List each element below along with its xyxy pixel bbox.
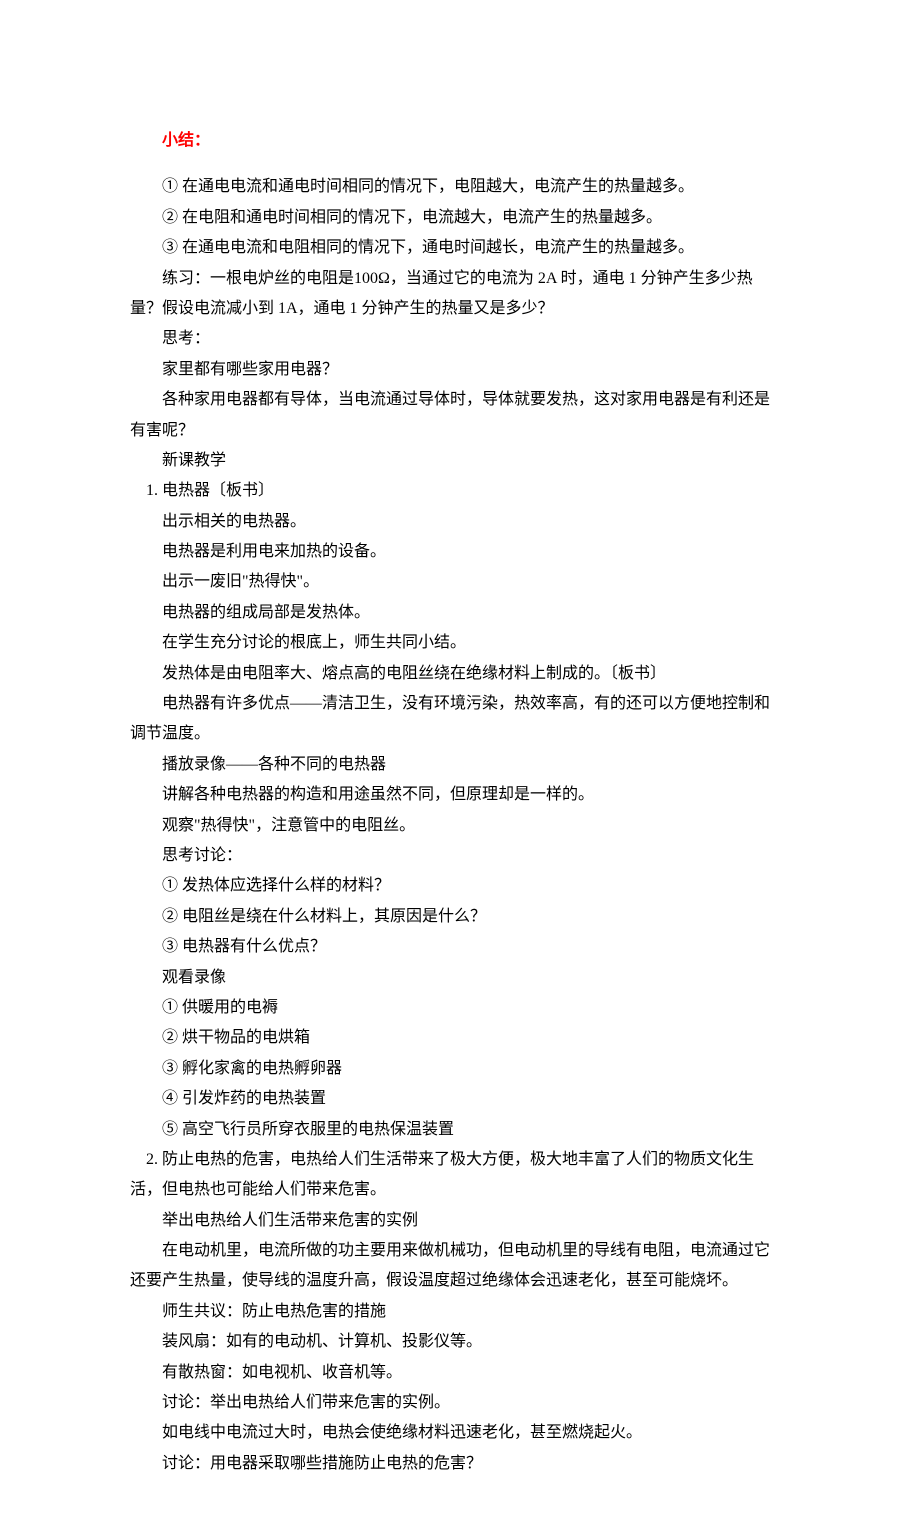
prevent-line-1: 举出电热给人们生活带来危害的实例: [130, 1206, 790, 1236]
discuss-item-1: ① 发热体应选择什么样的材料？: [130, 871, 790, 901]
summary-item-2: ② 在电阻和通电时间相同的情况下，电流越大，电流产生的热量越多。: [130, 203, 790, 233]
heater-line-1: 出示相关的电热器。: [130, 507, 790, 537]
video-line: 播放录像——各种不同的电热器: [130, 750, 790, 780]
explain-line: 讲解各种电热器的构造和用途虽然不同，但原理却是一样的。: [130, 780, 790, 810]
heater-title: 1. 电热器〔板书〕: [130, 476, 790, 506]
prevent-more-1: 师生共议：防止电热危害的措施: [130, 1297, 790, 1327]
watch-item-1: ① 供暖用的电褥: [130, 993, 790, 1023]
summary-item-3: ③ 在通电电流和电阻相同的情况下，通电时间越长，电流产生的热量越多。: [130, 233, 790, 263]
exercise-line-1: 练习：一根电炉丝的电阻是100Ω，当通过它的电流为 2A 时，通电 1 分钟产生…: [130, 264, 790, 294]
summary-item-1: ① 在通电电流和通电时间相同的情况下，电阻越大，电流产生的热量越多。: [130, 172, 790, 202]
discuss-item-3: ③ 电热器有什么优点？: [130, 932, 790, 962]
prevent-more-2: 装风扇：如有的电动机、计算机、投影仪等。: [130, 1327, 790, 1357]
new-class-label: 新课教学: [130, 446, 790, 476]
think-q2a: 各种家用电器都有导体，当电流通过导体时，导体就要发热，这对家用电器是有利还是: [130, 385, 790, 415]
prevent-more-6: 讨论：用电器采取哪些措施防止电热的危害？: [130, 1449, 790, 1479]
heater-line-6: 发热体是由电阻率大、熔点高的电阻丝绕在绝缘材料上制成的。〔板书〕: [130, 659, 790, 689]
heater-line-5: 在学生充分讨论的根底上，师生共同小结。: [130, 628, 790, 658]
discuss-item-2: ② 电阻丝是绕在什么材料上，其原因是什么？: [130, 902, 790, 932]
heater-line-2: 电热器是利用电来加热的设备。: [130, 537, 790, 567]
watch-item-4: ④ 引发炸药的电热装置: [130, 1084, 790, 1114]
watch-item-5: ⑤ 高空飞行员所穿衣服里的电热保温装置: [130, 1115, 790, 1145]
prevent-more-3: 有散热窗：如电视机、收音机等。: [130, 1358, 790, 1388]
heater-line-4: 电热器的组成局部是发热体。: [130, 598, 790, 628]
prevent-more-4: 讨论：举出电热给人们带来危害的实例。: [130, 1388, 790, 1418]
prevent-title-2: 活，但电热也可能给人们带来危害。: [130, 1175, 790, 1205]
heater-adv-2: 调节温度。: [130, 719, 790, 749]
think-label: 思考：: [130, 324, 790, 354]
summary-title: 小结：: [130, 126, 790, 156]
heater-adv-1: 电热器有许多优点——清洁卫生，没有环境污染，热效率高，有的还可以方便地控制和: [130, 689, 790, 719]
document-page: 小结： ① 在通电电流和通电时间相同的情况下，电阻越大，电流产生的热量越多。 ②…: [0, 0, 920, 1539]
discuss-label: 思考讨论：: [130, 841, 790, 871]
think-q2b: 有害呢？: [130, 416, 790, 446]
prevent-cont: 还要产生热量，使导线的温度升高，假设温度超过绝缘体会迅速老化，甚至可能烧坏。: [130, 1266, 790, 1296]
watch-item-3: ③ 孵化家禽的电热孵卵器: [130, 1054, 790, 1084]
heater-line-3: 出示一废旧"热得快"。: [130, 567, 790, 597]
observe-line: 观察"热得快"，注意管中的电阻丝。: [130, 811, 790, 841]
exercise-line-2: 量？假设电流减小到 1A，通电 1 分钟产生的热量又是多少？: [130, 294, 790, 324]
prevent-line-2: 在电动机里，电流所做的功主要用来做机械功，但电动机里的导线有电阻，电流通过它: [130, 1236, 790, 1266]
think-q1: 家里都有哪些家用电器？: [130, 355, 790, 385]
prevent-more-5: 如电线中电流过大时，电热会使绝缘材料迅速老化，甚至燃烧起火。: [130, 1418, 790, 1448]
watch-item-2: ② 烘干物品的电烘箱: [130, 1023, 790, 1053]
watch-label: 观看录像: [130, 963, 790, 993]
prevent-title-1: 2. 防止电热的危害，电热给人们生活带来了极大方便，极大地丰富了人们的物质文化生: [130, 1145, 790, 1175]
